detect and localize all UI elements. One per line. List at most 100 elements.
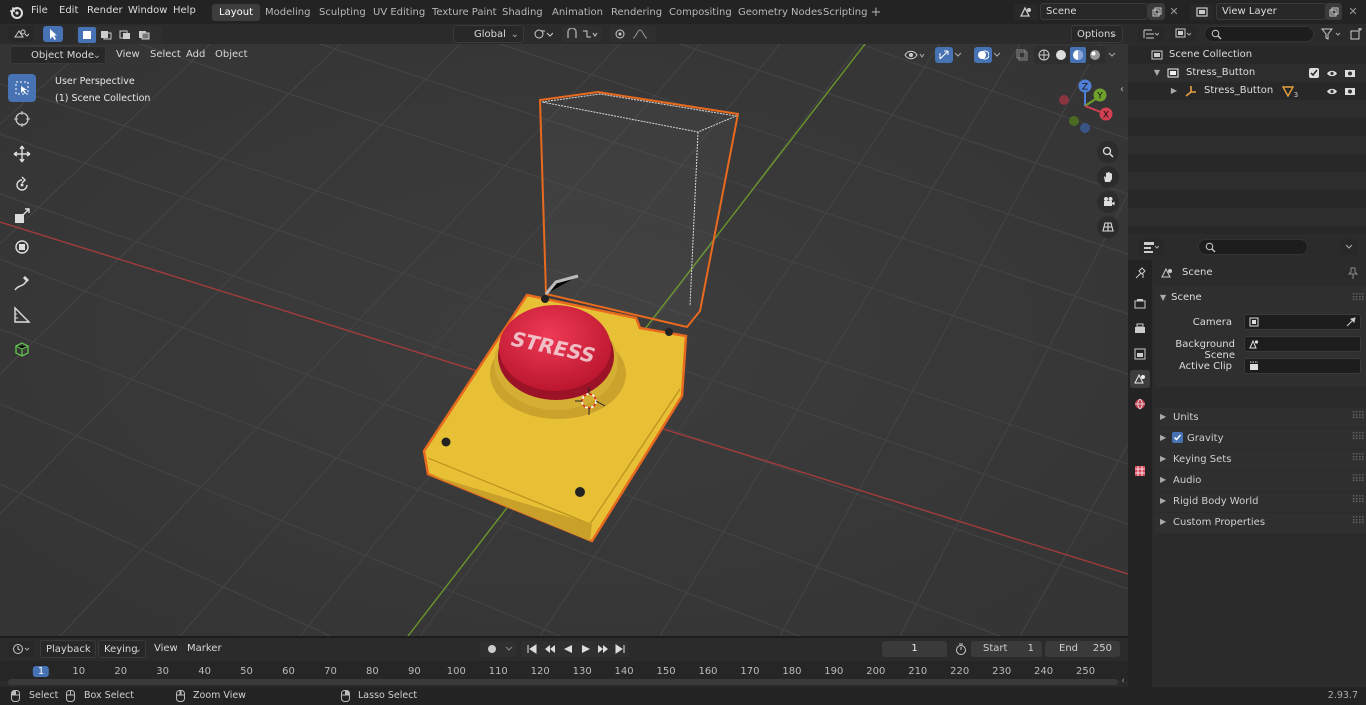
- play-icon[interactable]: [577, 641, 595, 657]
- drag-handle-icon[interactable]: ⠿⠿: [1351, 293, 1365, 304]
- end-frame-field[interactable]: End 250: [1045, 641, 1120, 657]
- shading-options-chevron-icon[interactable]: [1107, 50, 1117, 60]
- subpanel-keying-sets[interactable]: ▶ Keying Sets ⠿⠿: [1154, 450, 1366, 470]
- scene-properties-tab-icon[interactable]: [1130, 370, 1150, 388]
- drag-handle-icon[interactable]: ⠿⠿: [1351, 495, 1365, 506]
- camera-view-icon[interactable]: [1097, 191, 1119, 213]
- menu-window[interactable]: Window: [128, 5, 167, 16]
- outliner-row-collection[interactable]: ▼ Stress_Button: [1128, 64, 1366, 82]
- render-camera-icon[interactable]: [1343, 67, 1357, 79]
- 3d-viewport[interactable]: STRESS User Perspective (1) Scene Collec…: [0, 44, 1128, 636]
- subpanel-gravity[interactable]: ▶ Gravity ⠿⠿: [1154, 429, 1366, 449]
- view-layer-tab-icon[interactable]: [1132, 346, 1148, 362]
- outliner-row-scene-collection[interactable]: Scene Collection: [1128, 46, 1366, 64]
- view-layer-browse-icon[interactable]: [1190, 4, 1214, 20]
- render-properties-tab-icon[interactable]: [1132, 296, 1148, 312]
- add-menu[interactable]: Add: [181, 46, 210, 64]
- ortho-toggle-icon[interactable]: [1097, 216, 1119, 238]
- select-subtract-icon[interactable]: [116, 27, 134, 43]
- properties-options-chevron-icon[interactable]: [1340, 239, 1358, 255]
- view-menu[interactable]: View: [111, 46, 145, 64]
- select-invert-icon[interactable]: [135, 27, 153, 43]
- zoom-view-icon[interactable]: [1097, 141, 1119, 163]
- view-layer-copy-icon[interactable]: [1325, 3, 1342, 20]
- timeline-view-menu[interactable]: View: [149, 640, 183, 658]
- display-mode-icon[interactable]: [1170, 26, 1196, 42]
- jump-start-icon[interactable]: [523, 641, 541, 657]
- tab-layout[interactable]: Layout: [212, 4, 260, 21]
- select-box-tool[interactable]: [8, 74, 36, 102]
- drag-handle-icon[interactable]: ⠿⠿: [1351, 453, 1365, 464]
- material-shading-icon[interactable]: [1070, 47, 1086, 63]
- object-mode-dropdown[interactable]: Object Mode ⌄: [10, 46, 106, 64]
- timeline-editor-type-icon[interactable]: [8, 641, 34, 657]
- menu-help[interactable]: Help: [173, 5, 196, 16]
- eye-visibility-icon[interactable]: [1325, 67, 1339, 79]
- tool-settings-tab-icon[interactable]: [1132, 265, 1148, 281]
- scene-browse-icon[interactable]: [1014, 4, 1038, 20]
- snap-icon[interactable]: [562, 26, 602, 42]
- play-reverse-icon[interactable]: [559, 641, 577, 657]
- subpanel-rigid-body-world[interactable]: ▶ Rigid Body World ⠿⠿: [1154, 492, 1366, 512]
- move-tool[interactable]: [8, 140, 36, 168]
- current-frame-field[interactable]: 1: [882, 641, 947, 657]
- jump-end-icon[interactable]: [611, 641, 629, 657]
- expand-arrow-icon[interactable]: ▶: [1169, 85, 1179, 97]
- jump-keyframe-back-icon[interactable]: [541, 641, 559, 657]
- blender-logo-icon[interactable]: [8, 4, 24, 20]
- scene-close-icon[interactable]: ✕: [1167, 4, 1181, 18]
- expand-arrow-icon[interactable]: ▼: [1152, 67, 1162, 79]
- start-frame-field[interactable]: Start 1: [971, 641, 1042, 657]
- gravity-checkbox[interactable]: [1172, 432, 1183, 443]
- outliner-editor-type-icon[interactable]: [1138, 26, 1164, 42]
- keying-menu[interactable]: Keying ⌄: [98, 640, 146, 658]
- stopwatch-icon[interactable]: [954, 641, 968, 657]
- wireframe-shading-icon[interactable]: [1036, 47, 1052, 63]
- visibility-selectability-icon[interactable]: [902, 46, 928, 64]
- tweak-tool-icon[interactable]: [43, 26, 63, 42]
- active-clip-field[interactable]: [1244, 358, 1361, 374]
- drag-handle-icon[interactable]: ⠿⠿: [1351, 411, 1365, 422]
- tab-geometry-nodes[interactable]: Geometry Nodes: [731, 4, 829, 21]
- eye-visibility-icon[interactable]: [1325, 85, 1339, 97]
- tab-sculpting[interactable]: Sculpting: [312, 4, 373, 21]
- pin-icon[interactable]: [1346, 266, 1360, 280]
- pivot-point-icon[interactable]: [530, 26, 556, 42]
- cursor-tool[interactable]: [8, 105, 36, 133]
- filter-icon[interactable]: [1318, 26, 1346, 42]
- subpanel-units[interactable]: ▶ Units ⠿⠿: [1154, 408, 1366, 428]
- drag-handle-icon[interactable]: ⠿⠿: [1351, 474, 1365, 485]
- tab-compositing[interactable]: Compositing: [662, 4, 739, 21]
- tab-shading[interactable]: Shading: [495, 4, 550, 21]
- gizmo-toggle-icon[interactable]: [932, 46, 966, 64]
- properties-search-input[interactable]: [1198, 239, 1308, 255]
- render-camera-icon[interactable]: [1343, 85, 1357, 97]
- marker-menu[interactable]: Marker: [182, 640, 227, 658]
- subpanel-audio[interactable]: ▶ Audio ⠿⠿: [1154, 471, 1366, 491]
- scene-copy-icon[interactable]: [1148, 3, 1165, 20]
- navigation-gizmo[interactable]: Z Y X: [1054, 76, 1120, 142]
- menu-edit[interactable]: Edit: [59, 5, 78, 16]
- select-new-icon[interactable]: [78, 27, 96, 43]
- add-cube-tool[interactable]: [8, 335, 36, 363]
- menu-render[interactable]: Render: [87, 5, 123, 16]
- tab-rendering[interactable]: Rendering: [604, 4, 669, 21]
- mesh-data-icon[interactable]: 3: [1281, 84, 1299, 99]
- tab-animation[interactable]: Animation: [545, 4, 610, 21]
- playback-menu[interactable]: Playback⌄: [40, 640, 96, 673]
- jump-keyframe-forward-icon[interactable]: [594, 641, 612, 657]
- add-workspace-icon[interactable]: +: [869, 5, 883, 20]
- solid-shading-icon[interactable]: [1053, 47, 1069, 63]
- exclude-checkbox-icon[interactable]: [1309, 68, 1319, 78]
- options-dropdown[interactable]: Options ⌄: [1071, 25, 1123, 43]
- view-layer-name-field[interactable]: View Layer: [1216, 3, 1326, 20]
- tab-texture-paint[interactable]: Texture Paint: [425, 4, 504, 21]
- tab-uv-editing[interactable]: UV Editing: [366, 4, 432, 21]
- annotate-tool[interactable]: [8, 269, 36, 297]
- subpanel-custom-properties[interactable]: ▶ Custom Properties ⠿⠿: [1154, 513, 1366, 533]
- new-collection-icon[interactable]: [1348, 26, 1364, 42]
- drag-handle-icon[interactable]: ⠿⠿: [1351, 516, 1365, 527]
- background-scene-field[interactable]: [1244, 336, 1361, 352]
- menu-file[interactable]: File: [31, 5, 48, 16]
- eyedropper-icon[interactable]: [1345, 316, 1357, 328]
